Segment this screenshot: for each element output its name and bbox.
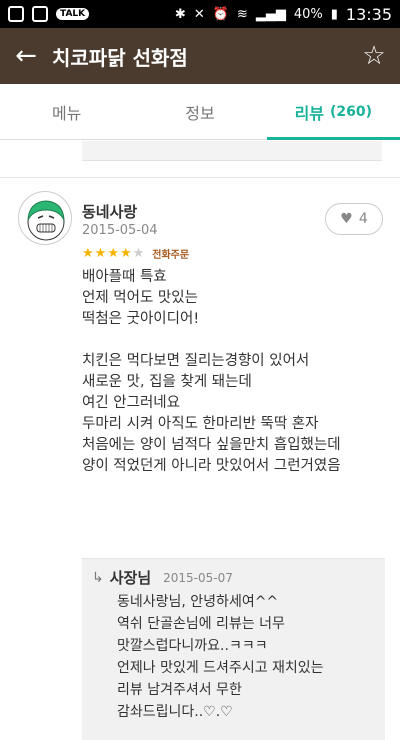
signal-icon: ▂▄▆	[255, 6, 286, 22]
tab-label: 메뉴	[51, 103, 82, 123]
bluetooth-icon: ✱	[174, 6, 186, 22]
battery-icon: ▮	[330, 6, 338, 22]
tab-bar: 메뉴 정보 리뷰 (260)	[0, 84, 400, 140]
star-filled-icon: ★	[119, 246, 132, 261]
reply-text: 동네사랑님, 안녕하세여^^ 역쉬 단골손님에 리뷰는 너무 맛깔스럽다니까요.…	[117, 594, 324, 720]
page-title: 치코파닭 선화점	[52, 45, 188, 70]
back-arrow-icon[interactable]: ←	[0, 28, 52, 84]
reply-arrow-icon: ↳	[92, 569, 104, 586]
mute-icon: ✕	[193, 6, 205, 22]
star-filled-icon: ★	[94, 246, 107, 261]
image-notification-icon	[32, 6, 48, 22]
divider	[0, 177, 400, 178]
star-filled-icon: ★	[82, 246, 94, 261]
wifi-icon: ≋	[236, 6, 248, 22]
tab-menu[interactable]: 메뉴	[0, 84, 133, 139]
clock: 13:35	[345, 4, 392, 24]
rating-row: ★ ★ ★ ★ ★ 전화주문	[82, 246, 189, 261]
star-filled-icon: ★	[107, 246, 119, 261]
review-count: (260)	[330, 103, 373, 120]
review-list[interactable]: 동네사랑 2015-05-04 ♥ 4 ★ ★ ★ ★ ★ 전화주문 배아플때 특효 언…	[0, 141, 400, 740]
like-button[interactable]: ♥ 4	[325, 203, 383, 235]
status-bar: TALK ✱ ✕ ⏰ ≋ ▂▄▆ 40% ▮ 13:35	[0, 0, 400, 28]
avatar[interactable]	[18, 191, 72, 245]
tab-info[interactable]: 정보	[133, 84, 266, 139]
review-text: 배아플때 특효 언제 먹어도 맛있는 떡첨은 굿아이디어! 치킨은 먹다보면 질…	[82, 269, 341, 474]
like-count: 4	[358, 211, 368, 227]
kakaotalk-notification-icon: TALK	[56, 8, 90, 20]
app-notification-icon	[8, 6, 24, 22]
reply-date: 2015-05-07	[163, 570, 233, 585]
order-type-badge: 전화주문	[152, 250, 190, 261]
app-bar: ← 치코파닭 선화점 ☆	[0, 28, 400, 84]
avatar-character-icon	[27, 200, 65, 241]
star-empty-icon: ★	[132, 246, 145, 261]
tab-reviews[interactable]: 리뷰 (260)	[266, 84, 400, 140]
previous-review-tail	[82, 141, 382, 161]
owner-reply: ↳ 사장님 2015-05-07 동네사랑님, 안녕하세여^^ 역쉬 단골손님에…	[82, 558, 385, 740]
heart-icon: ♥	[340, 211, 353, 227]
tab-label: 리뷰	[294, 103, 325, 123]
battery-percent: 40%	[293, 6, 323, 22]
alarm-icon: ⏰	[212, 6, 229, 22]
favorite-star-icon[interactable]: ☆	[348, 28, 400, 84]
review-author[interactable]: 동네사랑	[82, 201, 137, 222]
tab-label: 정보	[185, 103, 215, 123]
reply-author: 사장님	[109, 569, 152, 587]
star-rating: ★ ★ ★ ★ ★	[82, 246, 144, 261]
review-date: 2015-05-04	[82, 223, 158, 238]
